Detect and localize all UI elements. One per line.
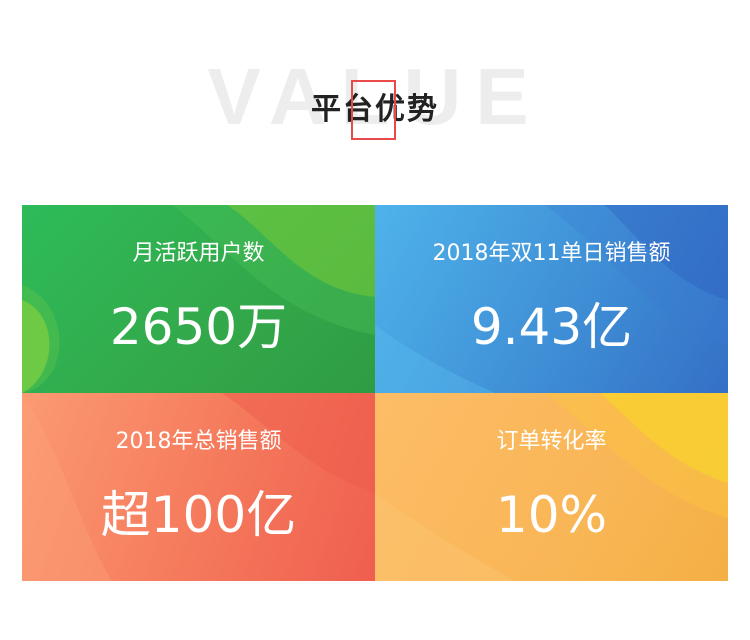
section-heading: VALUE 平台优势 [0,0,750,180]
stat-value: 2650万 [109,298,288,356]
stat-label: 月活跃用户数 [132,241,265,266]
stat-card-total-sales: 2018年总销售额 超100亿 [22,393,375,581]
stat-label: 订单转化率 [496,429,607,454]
stat-card-monthly-active-users: 月活跃用户数 2650万 [22,205,375,393]
stat-label: 2018年总销售额 [115,429,282,454]
stat-value: 10% [495,486,608,544]
stat-card-order-conversion-rate: 订单转化率 10% [375,393,728,581]
title-highlight-box [351,80,396,140]
stat-value: 超100亿 [100,486,297,544]
stats-grid: 月活跃用户数 2650万 2018年双11单日销售额 9.43亿 2018年总销… [22,205,728,581]
stat-card-double11-sales: 2018年双11单日销售额 9.43亿 [375,205,728,393]
stat-value: 9.43亿 [470,298,633,356]
stat-label: 2018年双11单日销售额 [432,241,671,266]
